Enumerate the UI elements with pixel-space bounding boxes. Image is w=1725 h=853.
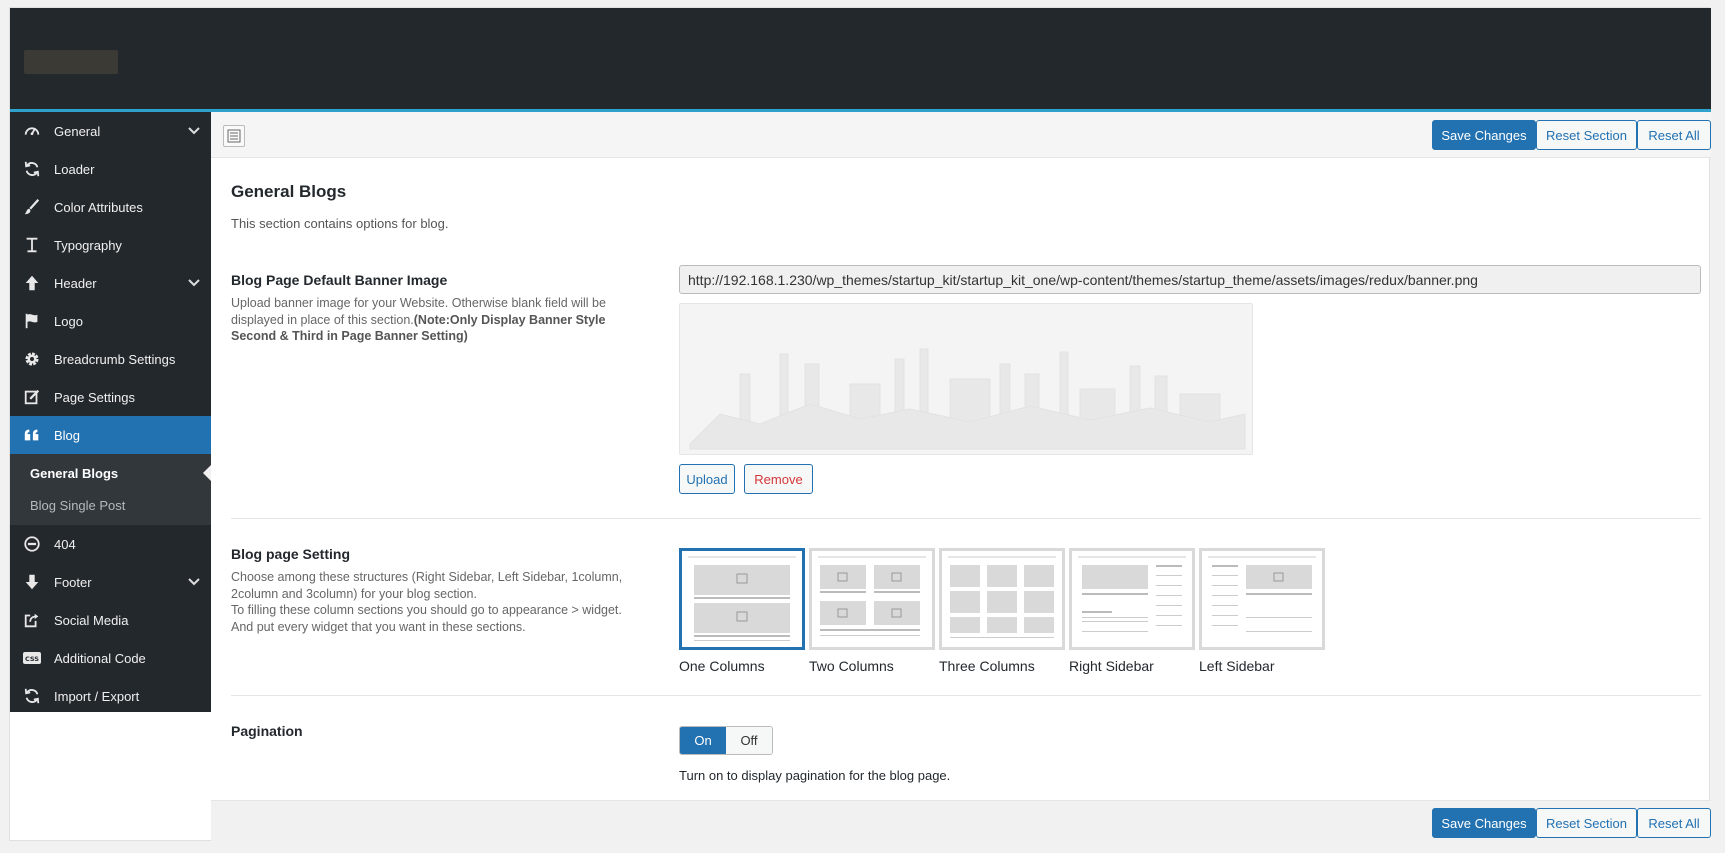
chevron-down-icon [188,578,200,586]
sidebar-item-breadcrumb-settings[interactable]: Breadcrumb Settings [10,340,211,378]
layout-field-description-2: To filling these column sections you sho… [231,603,622,634]
layout-field-description: Choose among these structures (Right Sid… [231,569,623,635]
upload-button[interactable]: Upload [679,464,735,494]
main-content: Save Changes Reset Section Reset All Gen… [211,112,1711,842]
sidebar-item-logo[interactable]: Logo [10,302,211,340]
layout-option-three-columns[interactable] [939,548,1065,650]
sidebar-item-label: Typography [54,238,122,253]
chevron-down-icon [188,127,200,135]
options-panel: General Loader Color Attributes Typograp… [9,7,1711,842]
pagination-description: Turn on to display pagination for the bl… [679,768,951,783]
divider [231,695,1701,696]
sidebar-item-social-media[interactable]: Social Media [10,601,211,639]
layout-option-right-sidebar[interactable] [1069,548,1195,650]
sidebar: General Loader Color Attributes Typograp… [10,112,211,712]
sidebar-item-general[interactable]: General [10,112,211,150]
layout-field-title: Blog page Setting [231,546,350,562]
arrow-up-icon [22,274,42,292]
sidebar-item-label: Logo [54,314,83,329]
sidebar-item-label: 404 [54,537,76,552]
save-changes-button[interactable]: Save Changes [1432,120,1536,150]
sidebar-item-label: Social Media [54,613,129,628]
layout-option-label: Right Sidebar [1069,658,1154,674]
brand-logo [24,50,118,74]
sidebar-item-label: Page Settings [54,390,135,405]
layout-field-description-1: Choose among these structures (Right Sid… [231,570,623,601]
sidebar-item-label: Blog [54,428,81,443]
list-icon [227,129,241,143]
expand-options-button[interactable] [223,125,245,147]
layout-option-label: Three Columns [939,658,1035,674]
pagination-off-button[interactable]: Off [726,727,772,754]
gauge-icon [22,122,42,140]
sidebar-item-page-settings[interactable]: Page Settings [10,378,211,416]
pagination-field-title: Pagination [231,723,303,739]
layout-option-label: Left Sidebar [1199,658,1275,674]
reset-section-button[interactable]: Reset Section [1536,808,1637,838]
gear-icon [22,350,42,368]
sidebar-item-typography[interactable]: Typography [10,226,211,264]
arrow-down-icon [22,573,42,591]
sidebar-item-label: Header [54,276,97,291]
css-icon: CSS [22,649,42,667]
sidebar-item-404[interactable]: 404 [10,525,211,563]
brush-icon [22,198,42,216]
sidebar-item-label: Color Attributes [54,200,143,215]
layout-option-label: One Columns [679,658,765,674]
refresh-icon [22,160,42,178]
sidebar-item-label: General [54,124,101,139]
pagination-toggle: On Off [679,726,773,755]
share-icon [22,611,42,629]
panel-header [10,8,1711,112]
section-description: This section contains options for blog. [231,216,449,231]
svg-text:CSS: CSS [25,655,39,663]
sidebar-item-header[interactable]: Header [10,264,211,302]
reset-all-button[interactable]: Reset All [1637,808,1711,838]
section-title: General Blogs [231,182,347,201]
save-changes-button[interactable]: Save Changes [1432,808,1536,838]
current-pointer [203,465,211,481]
sidebar-item-loader[interactable]: Loader [10,150,211,188]
divider [231,518,1701,519]
sidebar-item-label: Additional Code [54,651,146,666]
layout-option-label: Two Columns [809,658,894,674]
sidebar-item-import-export[interactable]: Import / Export [10,677,211,715]
sidebar-item-label: Footer [54,575,92,590]
flag-icon [22,312,42,330]
layout-option-left-sidebar[interactable] [1199,548,1325,650]
sidebar-item-blog[interactable]: Blog [10,416,211,454]
minus-circle-icon [22,535,42,553]
reset-section-button[interactable]: Reset Section [1536,120,1637,150]
bottom-toolbar: Save Changes Reset Section Reset All [211,800,1711,842]
banner-field-description: Upload banner image for your Website. Ot… [231,295,623,345]
sidebar-item-label: Import / Export [54,689,140,704]
banner-field-title: Blog Page Default Banner Image [231,272,448,288]
sidebar-subitem-blog-single-post[interactable]: Blog Single Post [10,489,211,521]
reset-all-button[interactable]: Reset All [1637,120,1711,150]
sidebar-item-footer[interactable]: Footer [10,563,211,601]
sidebar-item-color-attributes[interactable]: Color Attributes [10,188,211,226]
layout-option-two-columns[interactable] [809,548,935,650]
text-icon [22,236,42,254]
sidebar-item-additional-code[interactable]: CSS Additional Code [10,639,211,677]
banner-url-input[interactable]: http://192.168.1.230/wp_themes/startup_k… [679,265,1701,294]
sidebar-subitem-general-blogs[interactable]: General Blogs [10,457,211,489]
pagination-on-button[interactable]: On [680,727,726,754]
sidebar-item-label: Breadcrumb Settings [54,352,176,367]
layout-option-one-columns[interactable] [679,548,805,650]
remove-button[interactable]: Remove [744,464,813,494]
sidebar-item-label: Loader [54,162,95,177]
quote-icon [22,426,42,444]
top-toolbar: Save Changes Reset Section Reset All [211,112,1711,158]
edit-icon [22,388,42,406]
banner-preview-image [679,303,1253,455]
refresh-icon [22,687,42,705]
chevron-down-icon [188,279,200,287]
blog-submenu: General Blogs Blog Single Post [10,454,211,525]
